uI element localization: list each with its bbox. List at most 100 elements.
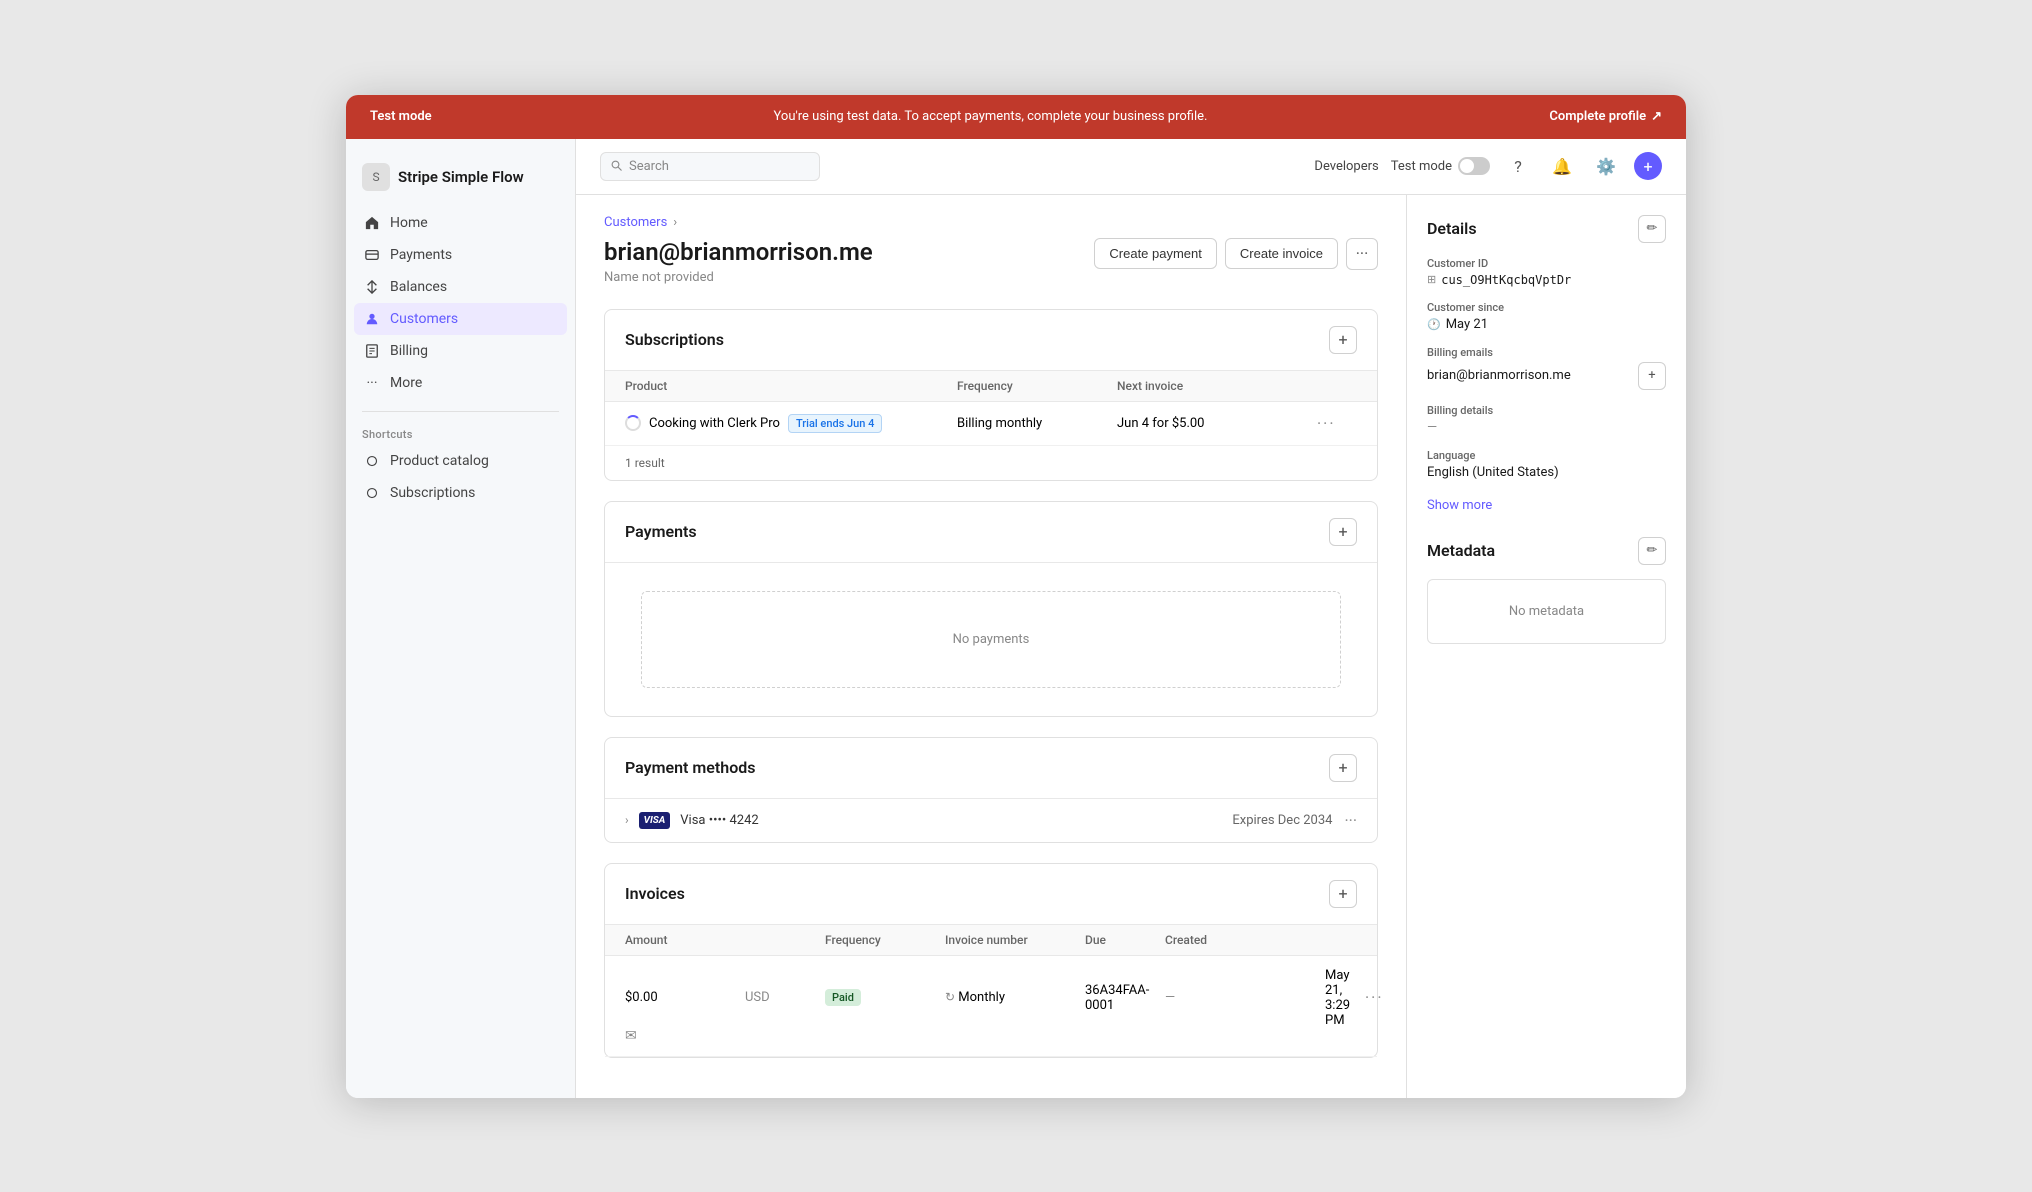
billing-emails-label: Billing emails <box>1427 346 1666 359</box>
topbar-actions: Developers Test mode ? 🔔 ⚙️ + <box>1314 150 1662 182</box>
breadcrumb-separator: › <box>673 215 677 230</box>
col-frequency: Frequency <box>957 379 1117 393</box>
right-panel: Details ✏ Customer ID ⊞ cus_O9HtKqcbqVpt… <box>1406 195 1686 1098</box>
pm-expand-icon[interactable]: › <box>625 813 629 827</box>
inv-col-frequency: Frequency <box>825 933 945 947</box>
settings-icon[interactable]: ⚙️ <box>1590 150 1622 182</box>
payment-methods-header: Payment methods + <box>605 738 1377 799</box>
test-banner-message: You're using test data. To accept paymen… <box>432 109 1550 124</box>
more-actions-button[interactable]: ··· <box>1346 238 1378 270</box>
details-title: Details <box>1427 219 1477 238</box>
shortcuts-title: Shortcuts <box>346 424 575 445</box>
col-next-invoice: Next invoice <box>1117 379 1317 393</box>
inv-status: Paid <box>825 990 945 1005</box>
invoice-more-button[interactable]: ··· <box>1365 988 1395 1007</box>
content-area: Search Developers Test mode ? 🔔 ⚙️ + <box>576 139 1686 1098</box>
language-value: English (United States) <box>1427 465 1666 480</box>
inv-number: 36A34FAA-0001 <box>1085 983 1165 1013</box>
payments-icon <box>364 247 380 263</box>
test-banner: Test mode You're using test data. To acc… <box>346 95 1686 139</box>
pm-left: › VISA Visa •••• 4242 <box>625 812 759 829</box>
create-payment-button[interactable]: Create payment <box>1094 238 1217 269</box>
inv-frequency: ↻ Monthly <box>945 990 1085 1005</box>
customer-name: Name not provided <box>604 270 873 285</box>
sidebar-item-customers[interactable]: Customers <box>354 303 567 335</box>
loading-spinner <box>625 415 641 431</box>
sidebar: S Stripe Simple Flow Home Payments <box>346 139 576 1098</box>
subscription-product-cell: Cooking with Clerk Pro Trial ends Jun 4 <box>625 414 957 433</box>
payments-body: No payments <box>605 563 1377 716</box>
billing-details-row: Billing details — <box>1427 404 1666 435</box>
details-edit-button[interactable]: ✏ <box>1638 215 1666 243</box>
col-product: Product <box>625 379 957 393</box>
no-payments-state: No payments <box>641 591 1341 688</box>
sidebar-item-label-more: More <box>390 375 422 391</box>
sidebar-item-product-catalog[interactable]: Product catalog <box>354 445 567 477</box>
developers-link[interactable]: Developers <box>1314 159 1378 174</box>
add-invoice-button[interactable]: + <box>1329 880 1357 908</box>
invoices-header: Invoices + <box>605 864 1377 925</box>
create-invoice-button[interactable]: Create invoice <box>1225 238 1338 269</box>
invoice-email-icon[interactable]: ✉ <box>625 1028 745 1044</box>
show-more-link[interactable]: Show more <box>1427 498 1492 513</box>
payment-method-row[interactable]: › VISA Visa •••• 4242 Expires Dec 2034 ·… <box>605 799 1377 842</box>
test-mode-toggle[interactable]: Test mode <box>1391 157 1490 175</box>
details-section: Details ✏ Customer ID ⊞ cus_O9HtKqcbqVpt… <box>1427 215 1666 513</box>
result-count: 1 result <box>605 446 1377 480</box>
inv-created: May 21, 3:29 PM <box>1325 968 1365 1028</box>
inv-due: — <box>1165 990 1325 1005</box>
add-subscription-button[interactable]: + <box>1329 326 1357 354</box>
subscriptions-header: Subscriptions + <box>605 310 1377 371</box>
subscription-more-button[interactable]: ··· <box>1317 414 1357 433</box>
main-content: Customers › brian@brianmorrison.me Name … <box>576 195 1406 1098</box>
sidebar-item-payments[interactable]: Payments <box>354 239 567 271</box>
balances-icon <box>364 279 380 295</box>
payments-header: Payments + <box>605 502 1377 563</box>
pm-card-name: Visa •••• 4242 <box>680 813 758 828</box>
notifications-icon[interactable]: 🔔 <box>1546 150 1578 182</box>
add-billing-email-button[interactable]: + <box>1638 362 1666 390</box>
sidebar-nav: Home Payments Balances <box>346 207 575 399</box>
metadata-header: Metadata ✏ <box>1427 537 1666 565</box>
sidebar-item-label-customers: Customers <box>390 311 458 327</box>
inv-col-invoice-number: Invoice number <box>945 933 1085 947</box>
sidebar-item-balances[interactable]: Balances <box>354 271 567 303</box>
payments-section: Payments + No payments <box>604 501 1378 717</box>
more-icon: ··· <box>364 375 380 391</box>
complete-profile-link[interactable]: Complete profile <box>1549 109 1662 124</box>
sidebar-logo: S Stripe Simple Flow <box>346 155 575 207</box>
payment-methods-section: Payment methods + › VISA Visa •••• 4242 … <box>604 737 1378 843</box>
details-header: Details ✏ <box>1427 215 1666 243</box>
page-header: brian@brianmorrison.me Name not provided… <box>604 238 1378 285</box>
brand-name: Stripe Simple Flow <box>398 168 524 186</box>
billing-icon <box>364 343 380 359</box>
toggle-switch[interactable] <box>1458 157 1490 175</box>
pm-more-button[interactable]: ··· <box>1344 811 1357 830</box>
add-payment-button[interactable]: + <box>1329 518 1357 546</box>
inv-amount: $0.00 <box>625 990 745 1005</box>
sidebar-item-subscriptions[interactable]: Subscriptions <box>354 477 567 509</box>
invoice-row[interactable]: $0.00 USD Paid ↻ Monthly 36A34FAA-0001 <box>605 956 1377 1057</box>
sidebar-item-more[interactable]: ··· More <box>354 367 567 399</box>
no-metadata-text: No metadata <box>1509 604 1584 619</box>
sidebar-item-label-product-catalog: Product catalog <box>390 453 489 469</box>
sidebar-item-label-home: Home <box>390 215 428 231</box>
sidebar-item-billing[interactable]: Billing <box>354 335 567 367</box>
search-input[interactable]: Search <box>600 152 820 181</box>
breadcrumb-customers-link[interactable]: Customers <box>604 215 667 230</box>
add-payment-method-button[interactable]: + <box>1329 754 1357 782</box>
sidebar-item-home[interactable]: Home <box>354 207 567 239</box>
customer-id-row: Customer ID ⊞ cus_O9HtKqcbqVptDr <box>1427 257 1666 287</box>
subscription-next-invoice-cell: Jun 4 for $5.00 <box>1117 416 1317 431</box>
billing-email-value: brian@brianmorrison.me <box>1427 368 1571 383</box>
pm-expiry: Expires Dec 2034 <box>1232 813 1332 828</box>
help-icon[interactable]: ? <box>1502 150 1534 182</box>
page-header-left: brian@brianmorrison.me Name not provided <box>604 238 873 285</box>
billing-emails-row: Billing emails brian@brianmorrison.me + <box>1427 346 1666 390</box>
subscriptions-title: Subscriptions <box>625 330 724 349</box>
add-button[interactable]: + <box>1634 152 1662 180</box>
subscription-product-name: Cooking with Clerk Pro <box>649 416 780 431</box>
metadata-edit-button[interactable]: ✏ <box>1638 537 1666 565</box>
table-row[interactable]: Cooking with Clerk Pro Trial ends Jun 4 … <box>605 402 1377 446</box>
subscription-frequency-cell: Billing monthly <box>957 416 1117 431</box>
